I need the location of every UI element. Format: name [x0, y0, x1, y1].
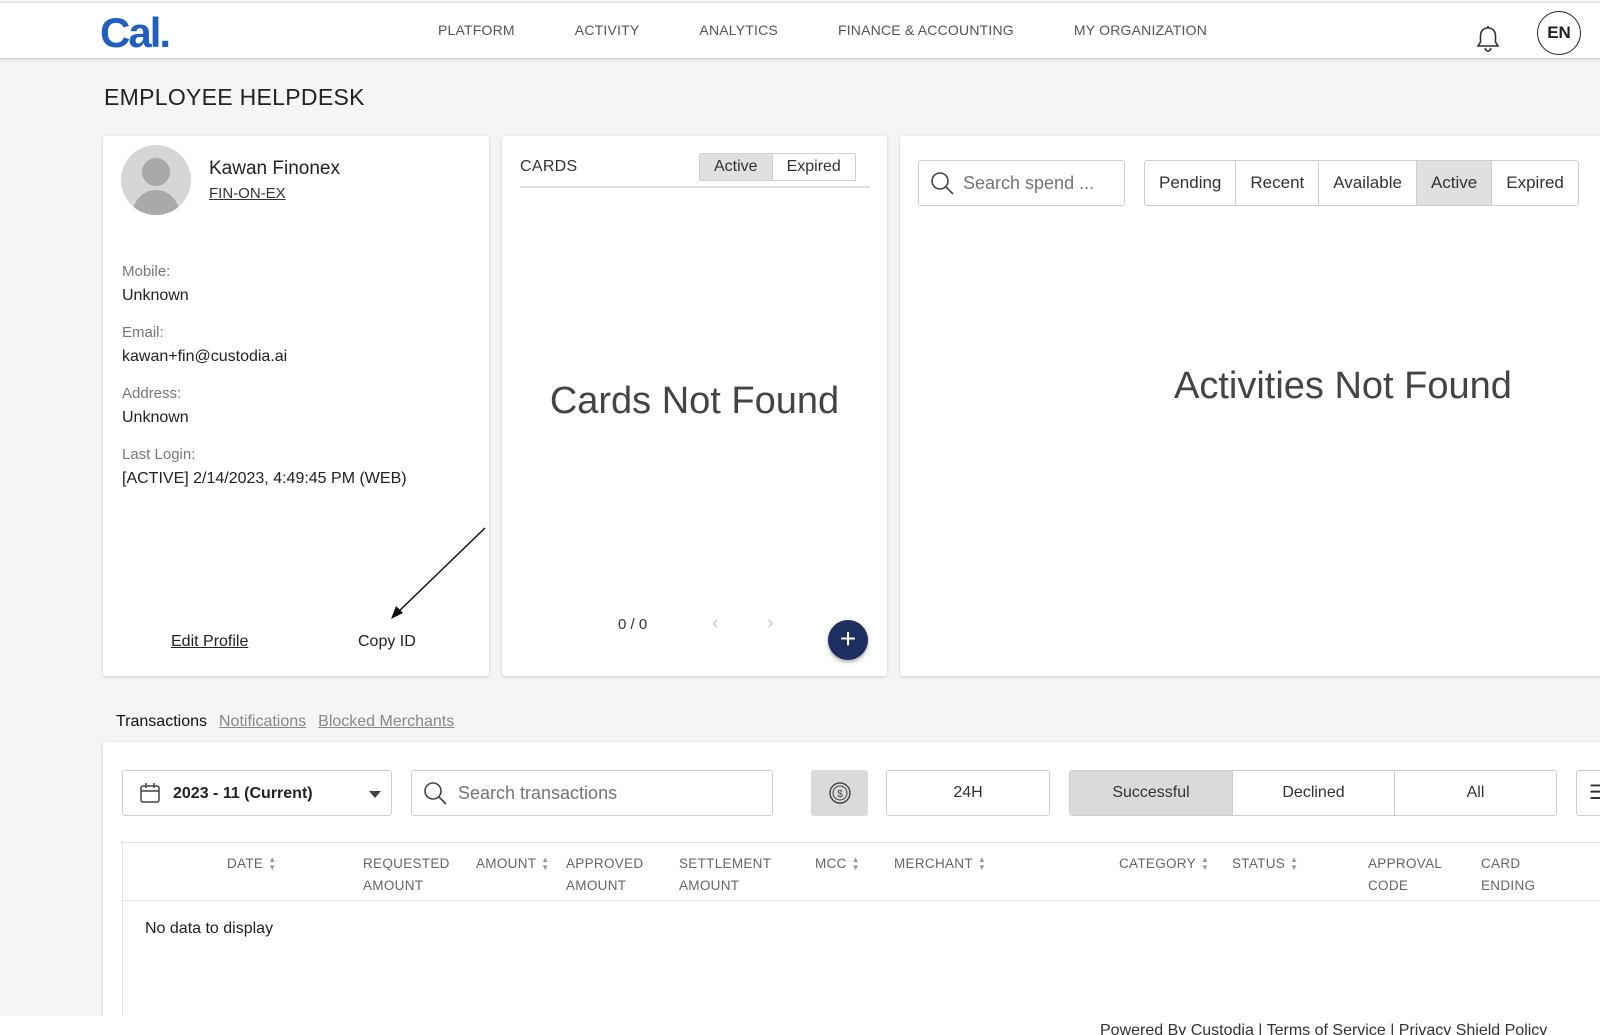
- dollar-coin-icon: $: [828, 782, 851, 804]
- period-select[interactable]: 2023 - 11 (Current): [122, 770, 392, 816]
- nav-platform[interactable]: PLATFORM: [438, 22, 515, 38]
- employee-name: Kawan Finonex: [209, 158, 340, 179]
- chevron-down-icon: [369, 791, 381, 798]
- filter-expired[interactable]: Expired: [1491, 161, 1578, 205]
- search-icon: [931, 172, 954, 195]
- column-card-ending[interactable]: CARD ENDING: [1481, 853, 1535, 897]
- column-settlement-amount[interactable]: SETTLEMENT AMOUNT: [679, 853, 771, 897]
- sort-icon: ▲ ▼: [1200, 855, 1210, 872]
- svg-text:$: $: [837, 789, 843, 800]
- range-24h-button[interactable]: 24H: [886, 770, 1050, 816]
- transactions-table: DATE ▲ ▼ REQUESTED AMOUNT AMOUNT ▲ ▼ APPROVED…: [122, 842, 1600, 1035]
- email-label: Email:: [122, 324, 164, 341]
- last-login-value: [ACTIVE] 2/14/2023, 4:49:45 PM (WEB): [122, 470, 407, 487]
- cal-logo[interactable]: Cal.: [100, 9, 171, 57]
- sort-icon: ▲ ▼: [1290, 855, 1299, 872]
- edit-profile-link[interactable]: Edit Profile: [171, 633, 248, 651]
- table-empty-message: No data to display: [145, 920, 274, 937]
- spend-search-input[interactable]: [963, 172, 1113, 194]
- address-label: Address:: [122, 385, 182, 402]
- address-value: Unknown: [122, 409, 189, 426]
- transaction-search-box[interactable]: [411, 770, 773, 816]
- next-page-icon[interactable]: ›: [767, 612, 774, 635]
- activities-panel: Pending Recent Available Active Expired …: [900, 136, 1600, 676]
- bell-icon[interactable]: [1475, 25, 1501, 53]
- prev-page-icon[interactable]: ‹: [712, 612, 719, 635]
- mobile-label: Mobile:: [122, 263, 171, 280]
- period-value: 2023 - 11 (Current): [173, 785, 313, 802]
- cards-filter-active[interactable]: Active: [700, 154, 772, 180]
- status-all[interactable]: All: [1394, 771, 1556, 815]
- page-title: EMPLOYEE HELPDESK: [104, 84, 365, 110]
- cards-panel: CARDS Active Expired Cards Not Found 0 /…: [502, 136, 887, 676]
- add-card-button[interactable]: +: [828, 620, 868, 660]
- filter-available[interactable]: Available: [1318, 161, 1416, 205]
- column-status[interactable]: STATUS ▲ ▼: [1232, 853, 1298, 875]
- cards-title: CARDS: [520, 158, 578, 175]
- column-date[interactable]: DATE ▲ ▼: [227, 853, 276, 875]
- column-requested-amount[interactable]: REQUESTED AMOUNT: [363, 853, 450, 897]
- sort-icon: ▲ ▼: [977, 855, 987, 872]
- column-merchant[interactable]: MERCHANT ▲ ▼: [894, 853, 986, 875]
- mobile-value: Unknown: [122, 287, 189, 304]
- nav-my-organization[interactable]: MY ORGANIZATION: [1074, 22, 1207, 38]
- column-category[interactable]: CATEGORY ▲ ▼: [1119, 853, 1209, 875]
- column-approved-amount[interactable]: APPROVED AMOUNT: [566, 853, 643, 897]
- menu-icon[interactable]: ☰: [1576, 770, 1600, 816]
- search-icon: [424, 782, 447, 805]
- activity-filter: Pending Recent Available Active Expired: [1144, 160, 1579, 206]
- last-login-label: Last Login:: [122, 446, 196, 463]
- nav-activity[interactable]: ACTIVITY: [575, 22, 640, 38]
- nav-analytics[interactable]: ANALYTICS: [699, 22, 778, 38]
- status-successful[interactable]: Successful: [1070, 771, 1232, 815]
- cards-filter: Active Expired: [699, 153, 856, 181]
- activities-empty-message: Activities Not Found: [1174, 365, 1512, 407]
- copy-id-button[interactable]: Copy ID: [358, 633, 416, 651]
- currency-toggle-button[interactable]: $: [811, 770, 868, 816]
- bottom-tabs: Transactions Notifications Blocked Merch…: [116, 713, 466, 731]
- sort-icon: ▲ ▼: [851, 855, 860, 872]
- top-navigation-bar: Cal. PLATFORM ACTIVITY ANALYTICS FINANCE…: [0, 2, 1600, 59]
- filter-pending[interactable]: Pending: [1145, 161, 1235, 205]
- spend-search-box[interactable]: [918, 160, 1125, 206]
- column-approval-code[interactable]: APPROVAL CODE: [1368, 853, 1442, 897]
- tab-transactions[interactable]: Transactions: [116, 713, 207, 731]
- sort-icon: ▲ ▼: [268, 855, 277, 872]
- calendar-icon: [140, 783, 160, 803]
- footer-links[interactable]: Powered By Custodia | Terms of Service |…: [1100, 1022, 1547, 1035]
- nav-finance-accounting[interactable]: FINANCE & ACCOUNTING: [838, 22, 1014, 38]
- cards-empty-message: Cards Not Found: [549, 380, 840, 422]
- transaction-search-input[interactable]: [458, 782, 758, 804]
- sort-icon: ▲ ▼: [541, 855, 550, 872]
- annotation-arrow: [391, 527, 486, 619]
- cards-pager-count: 0 / 0: [618, 616, 648, 633]
- cards-filter-expired[interactable]: Expired: [771, 154, 855, 180]
- filter-recent[interactable]: Recent: [1235, 161, 1318, 205]
- tab-notifications[interactable]: Notifications: [219, 713, 306, 731]
- table-header: DATE ▲ ▼ REQUESTED AMOUNT AMOUNT ▲ ▼ APPROVED…: [123, 843, 1600, 901]
- tab-blocked-merchants[interactable]: Blocked Merchants: [318, 713, 454, 731]
- profile-card: Kawan Finonex FIN-ON-EX Mobile: Unknown …: [103, 136, 489, 676]
- avatar: [121, 145, 191, 215]
- email-value: kawan+fin@custodia.ai: [122, 348, 288, 365]
- status-declined[interactable]: Declined: [1232, 771, 1394, 815]
- status-filter: Successful Declined All: [1069, 770, 1557, 816]
- main-nav: PLATFORM ACTIVITY ANALYTICS FINANCE & AC…: [438, 22, 1267, 38]
- column-mcc[interactable]: MCC ▲ ▼: [815, 853, 860, 875]
- transactions-panel: 2023 - 11 (Current) $ 24H Successful Dec…: [103, 742, 1600, 1035]
- organization-link[interactable]: FIN-ON-EX: [209, 185, 286, 202]
- language-switcher[interactable]: EN: [1537, 11, 1581, 55]
- filter-active[interactable]: Active: [1415, 161, 1492, 205]
- column-amount[interactable]: AMOUNT ▲ ▼: [476, 853, 550, 875]
